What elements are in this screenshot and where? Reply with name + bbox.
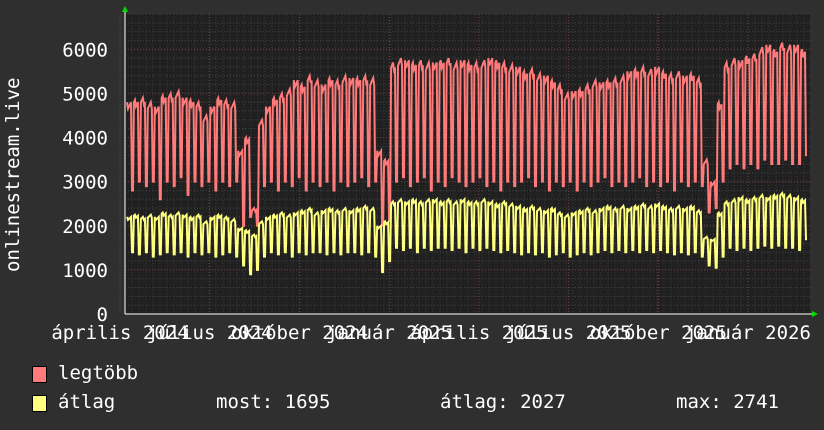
- legend-max-value: max: 2741: [676, 391, 779, 413]
- x-axis-arrow-icon: [812, 311, 818, 317]
- y-tick-label: 1000: [62, 260, 108, 282]
- y-tick-label: 6000: [62, 39, 108, 61]
- y-tick-label: 2000: [62, 216, 108, 238]
- chart-image: 0 1000 2000 3000 4000 5000 6000 április 2024 jú…: [0, 0, 824, 430]
- x-tick-label: január 2026: [685, 322, 811, 344]
- y-tick-label: 4000: [62, 128, 108, 150]
- legend-swatch-max: [32, 366, 47, 383]
- y-axis-label: onlinestream.live: [2, 78, 24, 272]
- legend-now-value: most: 1695: [216, 391, 331, 413]
- y-axis: 0100020003000400050006000: [62, 39, 108, 326]
- y-axis-arrow-icon: [122, 6, 128, 12]
- legend-swatch-avg: [32, 395, 47, 412]
- y-tick-label: 3000: [62, 172, 108, 194]
- x-axis: április 2024július 2024október 2024januá…: [51, 322, 811, 344]
- legend-avg-value: átlag: 2027: [440, 391, 566, 413]
- y-tick-label: 5000: [62, 83, 108, 105]
- legend-avg-label: átlag: [58, 391, 116, 413]
- legend-max-label: legtöbb: [58, 362, 139, 384]
